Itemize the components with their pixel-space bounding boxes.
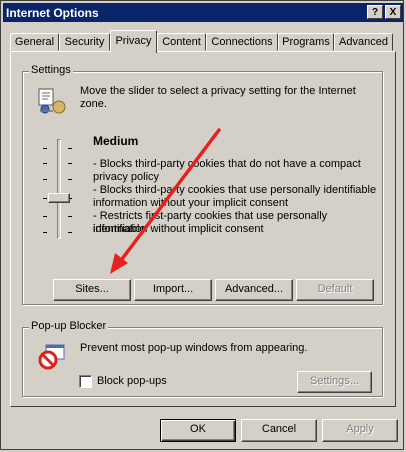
cancel-button[interactable]: Cancel	[241, 419, 317, 442]
privacy-tab-panel: Settings Move the slider to select a pri…	[10, 51, 396, 407]
tab-privacy[interactable]: Privacy	[110, 30, 157, 53]
tab-advanced[interactable]: Advanced	[334, 33, 393, 51]
tab-programs[interactable]: Programs	[278, 33, 334, 51]
tab-content[interactable]: Content	[157, 33, 206, 51]
apply-button[interactable]: Apply	[322, 419, 398, 442]
annotation-arrow	[110, 128, 221, 274]
tab-connections[interactable]: Connections	[206, 33, 278, 51]
window-title: Internet Options	[6, 6, 99, 20]
title-bar[interactable]: Internet Options ? X	[3, 3, 403, 22]
help-button[interactable]: ?	[367, 5, 383, 19]
tab-general[interactable]: General	[10, 33, 59, 51]
annotation-arrow-line	[117, 128, 221, 265]
tab-strip: General Security Privacy Content Connect…	[10, 30, 396, 53]
close-button[interactable]: X	[385, 5, 401, 19]
ok-button[interactable]: OK	[160, 419, 236, 442]
tab-security[interactable]: Security	[59, 33, 110, 51]
internet-options-window: Internet Options ? X General Security Pr…	[0, 0, 404, 450]
